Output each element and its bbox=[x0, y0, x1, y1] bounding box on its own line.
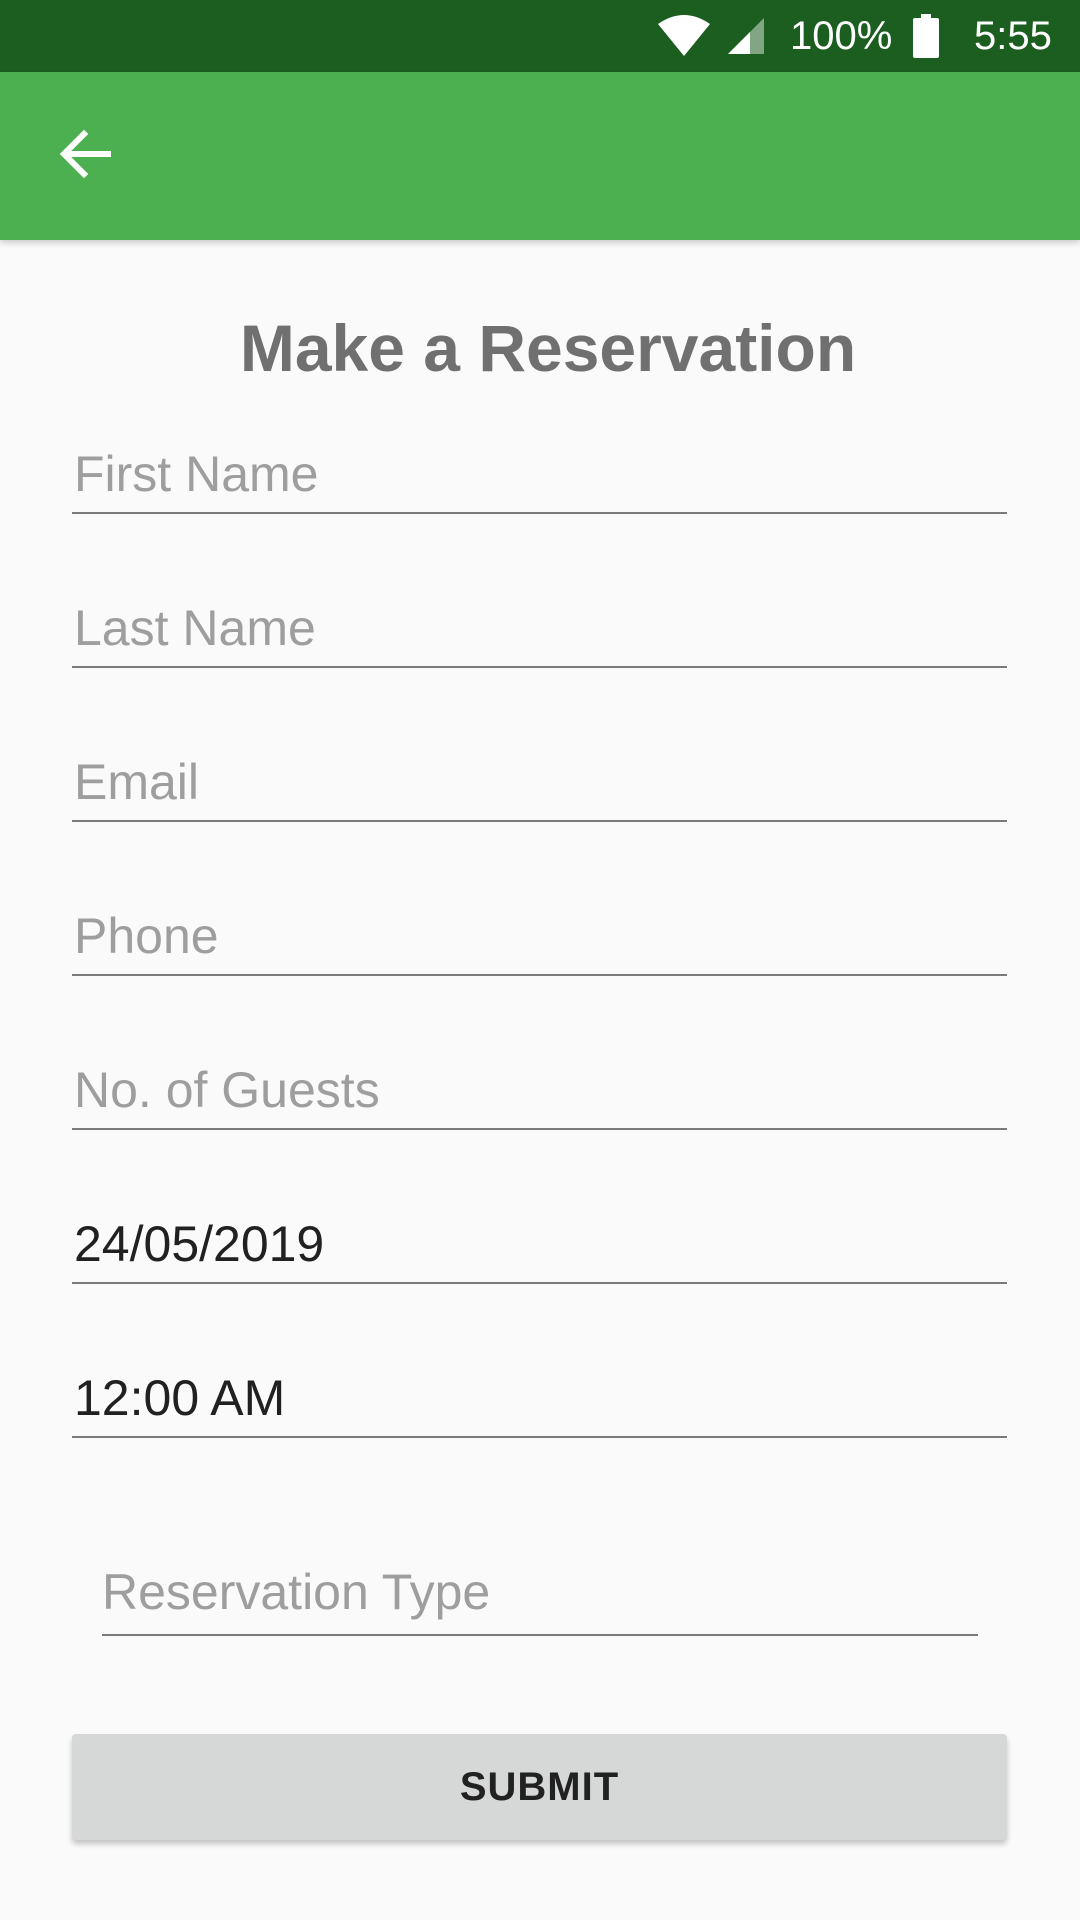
guests-field[interactable] bbox=[72, 1058, 1007, 1130]
email-field[interactable] bbox=[72, 750, 1007, 822]
cell-signal-icon bbox=[726, 16, 766, 61]
phone-field[interactable] bbox=[72, 904, 1007, 976]
status-bar: 100% 5:55 bbox=[0, 0, 1080, 72]
submit-button[interactable]: SUBMIT bbox=[72, 1734, 1007, 1840]
wifi-icon bbox=[656, 14, 712, 63]
first-name-field[interactable] bbox=[72, 442, 1007, 514]
app-bar bbox=[0, 72, 1080, 240]
reservation-type-spinner[interactable]: Reservation Type bbox=[102, 1554, 978, 1636]
status-time: 5:55 bbox=[974, 14, 1052, 58]
battery-percentage: 100% bbox=[790, 14, 893, 58]
last-name-field[interactable] bbox=[72, 596, 1007, 668]
reservation-type-placeholder: Reservation Type bbox=[102, 1564, 491, 1620]
arrow-back-icon bbox=[59, 128, 112, 185]
page-title: Make a Reservation bbox=[239, 311, 857, 385]
time-field[interactable] bbox=[72, 1366, 1007, 1438]
battery-icon bbox=[912, 14, 940, 63]
date-field[interactable] bbox=[72, 1212, 1007, 1284]
back-button[interactable] bbox=[38, 108, 134, 204]
